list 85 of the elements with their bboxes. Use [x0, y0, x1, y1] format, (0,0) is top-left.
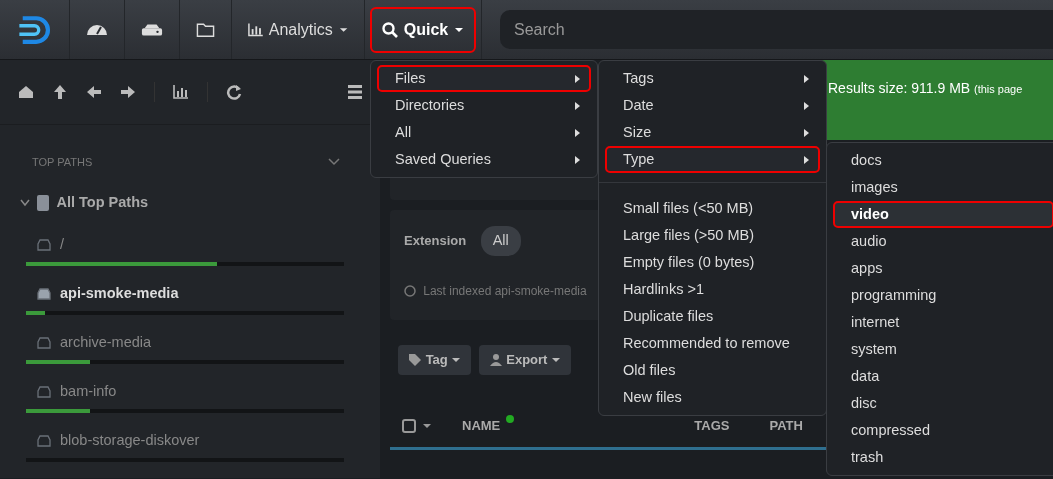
- bar-chart-icon: [248, 22, 263, 37]
- menu-item[interactable]: data: [833, 363, 1053, 390]
- quick-dropdown-button[interactable]: Quick: [371, 8, 475, 51]
- path-link[interactable]: bam-info: [60, 381, 117, 403]
- drive-icon: [36, 386, 52, 398]
- caret-icon: [454, 26, 465, 33]
- bar-chart-icon[interactable]: [173, 84, 189, 100]
- menu-item[interactable]: Empty files (0 bytes): [605, 249, 820, 276]
- home-icon[interactable]: [18, 84, 34, 100]
- menu-item[interactable]: Hardlinks >1: [605, 276, 820, 303]
- hard-drive-icon: [141, 22, 163, 37]
- last-indexed-text: Last indexed api-smoke-media: [423, 282, 587, 300]
- menu-item[interactable]: Recommended to remove: [605, 330, 820, 357]
- tag-icon: [408, 353, 422, 367]
- chevron-down-icon[interactable]: [20, 199, 30, 207]
- menu-item[interactable]: Directories: [377, 92, 591, 119]
- menu-item[interactable]: Files: [377, 65, 591, 92]
- menu-item[interactable]: Size: [605, 119, 820, 146]
- caret-right-icon: [803, 73, 810, 84]
- menu-item[interactable]: Duplicate files: [605, 303, 820, 330]
- menu-item[interactable]: Large files (>50 MB): [605, 222, 820, 249]
- gauge-icon: [87, 24, 107, 35]
- caret-right-icon: [574, 154, 581, 165]
- caret-icon[interactable]: [422, 422, 432, 429]
- up-arrow-icon[interactable]: [52, 84, 68, 100]
- menu-item[interactable]: Old files: [605, 357, 820, 384]
- caret-right-icon: [803, 100, 810, 111]
- column-header[interactable]: TAGS: [694, 415, 730, 436]
- menu-item[interactable]: Small files (<50 MB): [605, 195, 820, 222]
- menu-item[interactable]: Tags: [605, 65, 820, 92]
- caret-icon: [551, 357, 562, 363]
- menu-item[interactable]: New files: [605, 384, 820, 411]
- menu-item[interactable]: All: [377, 119, 591, 146]
- menu-item[interactable]: disc: [833, 390, 1053, 417]
- drive-icon: [36, 337, 52, 349]
- right-arrow-icon[interactable]: [120, 84, 136, 100]
- drive-icon: [36, 435, 52, 447]
- path-link[interactable]: blob-storage-diskover: [60, 430, 200, 452]
- menu-item[interactable]: docs: [833, 147, 1053, 174]
- results-size-text: Results size: 911.9 MB: [828, 80, 971, 96]
- column-header[interactable]: PATH: [769, 415, 803, 436]
- menu-item[interactable]: trash: [833, 444, 1053, 471]
- server-icon: [37, 195, 50, 211]
- user-icon: [488, 353, 503, 367]
- column-header[interactable]: NAME: [462, 415, 501, 436]
- path-link[interactable]: api-smoke-media: [60, 283, 179, 305]
- chevron-down-icon[interactable]: [328, 158, 340, 166]
- path-link[interactable]: /: [60, 234, 65, 256]
- caret-icon: [338, 26, 348, 33]
- page-note-text: (this page: [974, 83, 1023, 95]
- menu-item[interactable]: apps: [833, 255, 1053, 282]
- toolbar-dropdown-button[interactable]: Export: [478, 345, 572, 375]
- sort-dot-icon: [506, 414, 515, 423]
- select-all-checkbox[interactable]: [402, 418, 416, 433]
- menu-item[interactable]: Date: [605, 92, 820, 119]
- menu-item[interactable]: Saved Queries: [377, 146, 591, 173]
- path-link[interactable]: archive-media: [60, 332, 152, 354]
- menu-item[interactable]: video: [833, 201, 1053, 228]
- drive-icon: [36, 288, 52, 300]
- search-icon: [381, 21, 398, 38]
- menu-item[interactable]: Type: [605, 146, 820, 173]
- filter-pill[interactable]: All: [480, 226, 521, 256]
- caret-right-icon: [803, 127, 810, 138]
- folder-icon: [196, 21, 215, 38]
- search-field[interactable]: Search: [500, 10, 1053, 49]
- menu-item[interactable]: compressed: [833, 417, 1053, 444]
- list-icon[interactable]: [348, 84, 362, 100]
- refresh-icon[interactable]: [226, 84, 242, 100]
- caret-right-icon: [574, 73, 581, 84]
- nav-dropdown-button[interactable]: Analytics: [232, 0, 365, 59]
- drive-icon: [36, 239, 52, 251]
- menu-item[interactable]: audio: [833, 228, 1053, 255]
- menu-item[interactable]: internet: [833, 309, 1053, 336]
- toolbar-dropdown-button[interactable]: Tag: [398, 345, 472, 375]
- menu-item[interactable]: programming: [833, 282, 1053, 309]
- caret-right-icon: [574, 127, 581, 138]
- left-arrow-icon[interactable]: [86, 84, 102, 100]
- menu-item[interactable]: system: [833, 336, 1053, 363]
- caret-icon: [451, 357, 462, 363]
- caret-right-icon: [803, 154, 810, 165]
- section-heading: TOP PATHS: [32, 154, 93, 170]
- caret-right-icon: [574, 100, 581, 111]
- tree-item[interactable]: All Top Paths: [56, 192, 149, 214]
- filter-label: Extension: [404, 232, 467, 251]
- menu-item[interactable]: images: [833, 174, 1053, 201]
